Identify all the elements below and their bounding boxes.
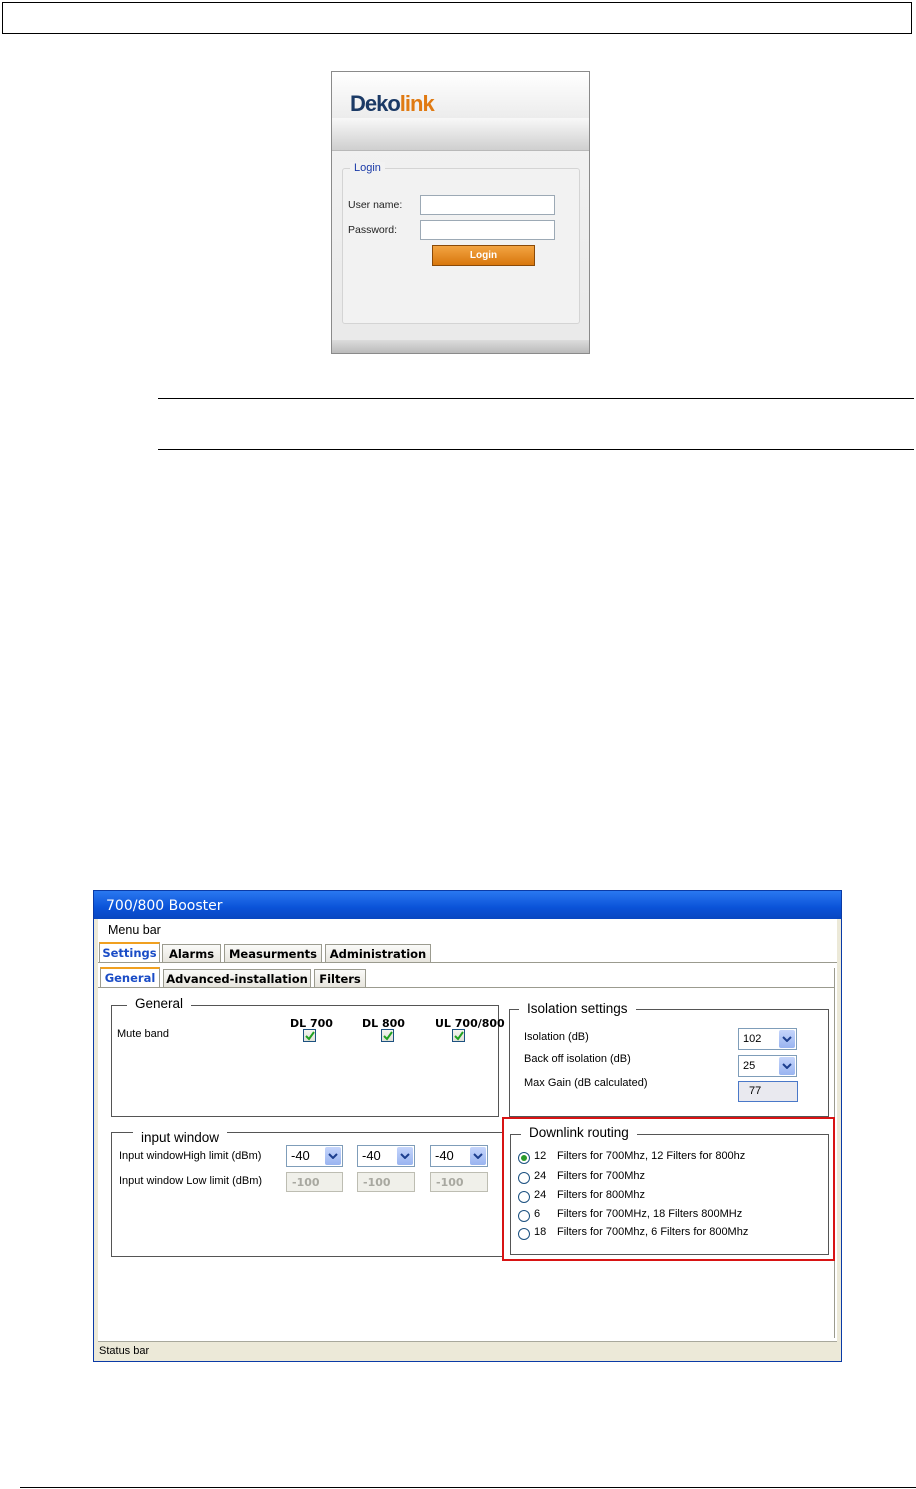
tab-administration[interactable]: Administration [325, 944, 431, 963]
document-header-box [2, 2, 912, 34]
chevron-down-icon [397, 1147, 413, 1165]
isolation-group-title: Isolation settings [519, 1001, 636, 1016]
input-high-dl800-select[interactable]: -40 [357, 1145, 415, 1167]
chevron-down-icon [470, 1147, 486, 1165]
mute-dl800-checkbox[interactable] [381, 1029, 394, 1042]
tab-alarms[interactable]: Alarms [162, 944, 221, 963]
mute-ul-checkbox[interactable] [452, 1029, 465, 1042]
input-low-dl700-field: -100 [286, 1172, 343, 1192]
input-low-limit-label: Input window Low limit (dBm) [119, 1175, 263, 1187]
password-input[interactable] [420, 220, 555, 240]
subtab-filters[interactable]: Filters [314, 969, 366, 988]
mute-band-label: Mute band [117, 1028, 169, 1040]
status-bar: Status bar [98, 1341, 837, 1359]
username-input[interactable] [420, 195, 555, 215]
input-window-group-title: input window [133, 1130, 228, 1145]
isolation-label: Isolation (dB) [524, 1031, 589, 1043]
chevron-down-icon [779, 1057, 795, 1075]
mute-dl700-checkbox[interactable] [303, 1029, 316, 1042]
input-low-ul-field: -100 [430, 1172, 488, 1192]
subtab-strip-line [98, 987, 834, 988]
input-high-ul-select[interactable]: -40 [430, 1145, 488, 1167]
chevron-down-icon [325, 1147, 341, 1165]
max-gain-value: 77 [738, 1081, 798, 1102]
divider-line [158, 398, 914, 399]
window-title: 700/800 Booster [94, 891, 841, 919]
menu-bar[interactable]: Menu bar [108, 923, 161, 937]
check-icon [305, 1031, 315, 1041]
username-label: User name: [348, 199, 403, 211]
input-high-limit-label: Input windowHigh limit (dBm) [119, 1150, 262, 1162]
login-button[interactable]: Login [432, 245, 535, 266]
subtab-advanced-installation[interactable]: Advanced-installation [163, 969, 311, 988]
subtab-general[interactable]: General [100, 967, 160, 988]
login-footer [332, 340, 589, 353]
tab-strip-line [98, 962, 837, 963]
input-high-dl700-select[interactable]: -40 [286, 1145, 343, 1167]
isolation-select[interactable]: 102 [738, 1028, 797, 1050]
dekolink-logo: Dekolink [350, 91, 435, 116]
backoff-isolation-label: Back off isolation (dB) [524, 1053, 631, 1065]
tab-settings[interactable]: Settings [99, 942, 160, 963]
footer-rule [20, 1487, 916, 1488]
highlight-box [502, 1117, 835, 1261]
password-label: Password: [348, 224, 398, 236]
chevron-down-icon [779, 1030, 795, 1048]
input-low-dl800-field: -100 [357, 1172, 415, 1192]
login-legend: Login [350, 162, 385, 174]
max-gain-label: Max Gain (dB calculated) [524, 1077, 648, 1089]
login-header-band [332, 118, 589, 151]
divider-line [158, 449, 914, 450]
check-icon [383, 1031, 393, 1041]
login-window: Dekolink Login User name: Password: Logi… [331, 71, 590, 354]
check-icon [454, 1031, 464, 1041]
tab-measurments[interactable]: Measurments [224, 944, 322, 963]
column-header-ul700-800: UL 700/800 [435, 1017, 505, 1030]
general-group-title: General [127, 996, 192, 1011]
backoff-isolation-select[interactable]: 25 [738, 1055, 797, 1077]
